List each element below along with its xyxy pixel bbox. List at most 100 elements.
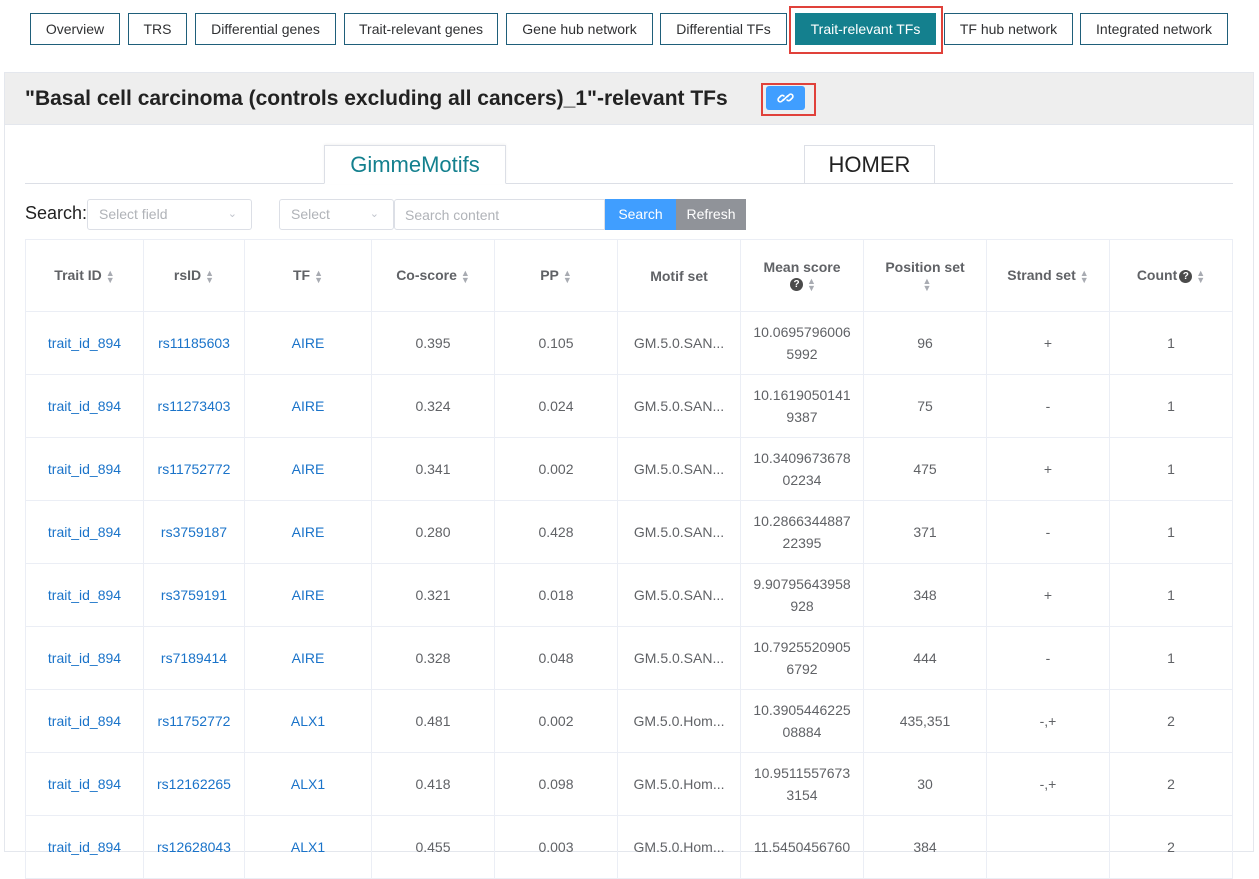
count-cell: 1 bbox=[1109, 311, 1233, 375]
co-score-cell: 0.280 bbox=[371, 500, 495, 564]
tf-link[interactable]: ALX1 bbox=[244, 689, 372, 753]
rsid-link[interactable]: rs3759187 bbox=[143, 500, 245, 564]
rsid-link[interactable]: rs11185603 bbox=[143, 311, 245, 375]
search-button[interactable]: Search bbox=[605, 199, 676, 230]
operator-select-placeholder: Select bbox=[291, 206, 330, 222]
field-select[interactable]: Select field ⌄ bbox=[87, 199, 252, 230]
trait-id-link[interactable]: trait_id_894 bbox=[25, 752, 144, 816]
motif-set-cell: GM.5.0.SAN... bbox=[617, 374, 741, 438]
trait-id-link[interactable]: trait_id_894 bbox=[25, 311, 144, 375]
count-cell: 1 bbox=[1109, 374, 1233, 438]
pp-cell: 0.098 bbox=[494, 752, 618, 816]
mean-score-cell: 11.5450456760 bbox=[740, 815, 864, 879]
table-body: trait_id_894 rs11185603 AIRE 0.395 0.105 GM.5… bbox=[25, 311, 1233, 879]
trait-id-link[interactable]: trait_id_894 bbox=[25, 689, 144, 753]
rsid-link[interactable]: rs12162265 bbox=[143, 752, 245, 816]
nav-trait-relevant-genes[interactable]: Trait-relevant genes bbox=[344, 13, 498, 45]
mean-score-cell: 10.3409673678 02234 bbox=[740, 437, 864, 501]
column-header[interactable]: Trait ID ▲ ▼ bbox=[25, 239, 144, 312]
chevron-down-icon: ⌄ bbox=[227, 208, 237, 220]
position-set-cell: 444 bbox=[863, 626, 987, 690]
count-cell: 2 bbox=[1109, 752, 1233, 816]
column-header[interactable]: Position set ▲ ▼ bbox=[863, 239, 987, 312]
column-header[interactable]: TF ▲ ▼ bbox=[244, 239, 372, 312]
rsid-link[interactable]: rs7189414 bbox=[143, 626, 245, 690]
nav-trs[interactable]: TRS bbox=[128, 13, 187, 45]
trait-id-link[interactable]: trait_id_894 bbox=[25, 563, 144, 627]
tf-link[interactable]: AIRE bbox=[244, 311, 372, 375]
mean-score-cell: 10.2866344887 22395 bbox=[740, 500, 864, 564]
column-header[interactable]: Strand set ▲ ▼ bbox=[986, 239, 1110, 312]
tf-link[interactable]: AIRE bbox=[244, 563, 372, 627]
table-row: trait_id_894 rs3759191 AIRE 0.321 0.018 GM.5.… bbox=[25, 563, 1233, 627]
trait-id-link[interactable]: trait_id_894 bbox=[25, 374, 144, 438]
sort-icon[interactable]: ▲ ▼ bbox=[205, 268, 214, 284]
sort-icon[interactable]: ▲ ▼ bbox=[1080, 268, 1089, 284]
tf-link[interactable]: AIRE bbox=[244, 500, 372, 564]
pp-cell: 0.105 bbox=[494, 311, 618, 375]
sort-icon[interactable]: ▲ ▼ bbox=[563, 268, 572, 284]
tf-link[interactable]: ALX1 bbox=[244, 752, 372, 816]
rsid-link[interactable]: rs11752772 bbox=[143, 437, 245, 501]
search-input[interactable] bbox=[394, 199, 605, 230]
position-set-cell: 435,351 bbox=[863, 689, 987, 753]
column-header[interactable]: Mean score? ▲ ▼ bbox=[740, 239, 864, 312]
nav-gene-hub-network[interactable]: Gene hub network bbox=[506, 13, 653, 45]
co-score-cell: 0.324 bbox=[371, 374, 495, 438]
help-icon[interactable]: ? bbox=[790, 278, 804, 292]
tab-homer[interactable]: HOMER bbox=[804, 145, 935, 184]
column-header[interactable]: Count? ▲ ▼ bbox=[1109, 239, 1233, 312]
position-set-cell: 475 bbox=[863, 437, 987, 501]
sort-icon[interactable]: ▲ ▼ bbox=[1196, 268, 1205, 284]
tab-gimmemotifs[interactable]: GimmeMotifs bbox=[324, 145, 506, 184]
sort-icon[interactable]: ▲ ▼ bbox=[923, 276, 932, 292]
co-score-cell: 0.328 bbox=[371, 626, 495, 690]
operator-select[interactable]: Select ⌄ bbox=[279, 199, 394, 230]
nav-differential-genes[interactable]: Differential genes bbox=[195, 13, 336, 45]
trait-id-link[interactable]: trait_id_894 bbox=[25, 500, 144, 564]
rsid-link[interactable]: rs11273403 bbox=[143, 374, 245, 438]
column-header[interactable]: PP ▲ ▼ bbox=[494, 239, 618, 312]
column-header[interactable]: Co-score ▲ ▼ bbox=[371, 239, 495, 312]
nav-overview[interactable]: Overview bbox=[30, 13, 120, 45]
count-cell: 1 bbox=[1109, 500, 1233, 564]
results-table: Trait ID ▲ ▼ rsID ▲ ▼ TF ▲ ▼ Co-score ▲ ▼ PP ▲ ▼ M… bbox=[25, 239, 1233, 879]
strand-set-cell: - bbox=[986, 374, 1110, 438]
tf-link[interactable]: AIRE bbox=[244, 374, 372, 438]
sort-icon[interactable]: ▲ ▼ bbox=[461, 268, 470, 284]
help-icon[interactable]: ? bbox=[1179, 270, 1193, 284]
active-tab-highlight bbox=[789, 6, 943, 54]
position-set-cell: 75 bbox=[863, 374, 987, 438]
sort-icon[interactable]: ▲ ▼ bbox=[314, 268, 323, 284]
count-cell: 2 bbox=[1109, 689, 1233, 753]
rsid-link[interactable]: rs3759191 bbox=[143, 563, 245, 627]
co-score-cell: 0.395 bbox=[371, 311, 495, 375]
sort-icon[interactable]: ▲ ▼ bbox=[807, 276, 816, 292]
strand-set-cell: + bbox=[986, 311, 1110, 375]
mean-score-cell: 10.3905446225 08884 bbox=[740, 689, 864, 753]
tf-link[interactable]: AIRE bbox=[244, 437, 372, 501]
mean-score-cell: 10.7925520905 6792 bbox=[740, 626, 864, 690]
rsid-link[interactable]: rs12628043 bbox=[143, 815, 245, 879]
rsid-link[interactable]: rs11752772 bbox=[143, 689, 245, 753]
position-set-cell: 348 bbox=[863, 563, 987, 627]
table-row: trait_id_894 rs7189414 AIRE 0.328 0.048 GM.5.… bbox=[25, 626, 1233, 690]
strand-set-cell bbox=[986, 815, 1110, 879]
nav-differential-tfs[interactable]: Differential TFs bbox=[660, 13, 787, 45]
column-header[interactable]: rsID ▲ ▼ bbox=[143, 239, 245, 312]
sort-icon[interactable]: ▲ ▼ bbox=[106, 268, 115, 284]
link-button-highlight bbox=[761, 83, 816, 116]
pp-cell: 0.018 bbox=[494, 563, 618, 627]
refresh-button[interactable]: Refresh bbox=[676, 199, 746, 230]
trait-id-link[interactable]: trait_id_894 bbox=[25, 437, 144, 501]
count-cell: 1 bbox=[1109, 563, 1233, 627]
nav-tf-hub-network[interactable]: TF hub network bbox=[944, 13, 1073, 45]
table-row: trait_id_894 rs3759187 AIRE 0.280 0.428 GM.5.… bbox=[25, 500, 1233, 564]
tf-link[interactable]: ALX1 bbox=[244, 815, 372, 879]
trait-id-link[interactable]: trait_id_894 bbox=[25, 815, 144, 879]
tf-link[interactable]: AIRE bbox=[244, 626, 372, 690]
trait-id-link[interactable]: trait_id_894 bbox=[25, 626, 144, 690]
co-score-cell: 0.455 bbox=[371, 815, 495, 879]
nav-integrated-network[interactable]: Integrated network bbox=[1080, 13, 1228, 45]
pp-cell: 0.003 bbox=[494, 815, 618, 879]
